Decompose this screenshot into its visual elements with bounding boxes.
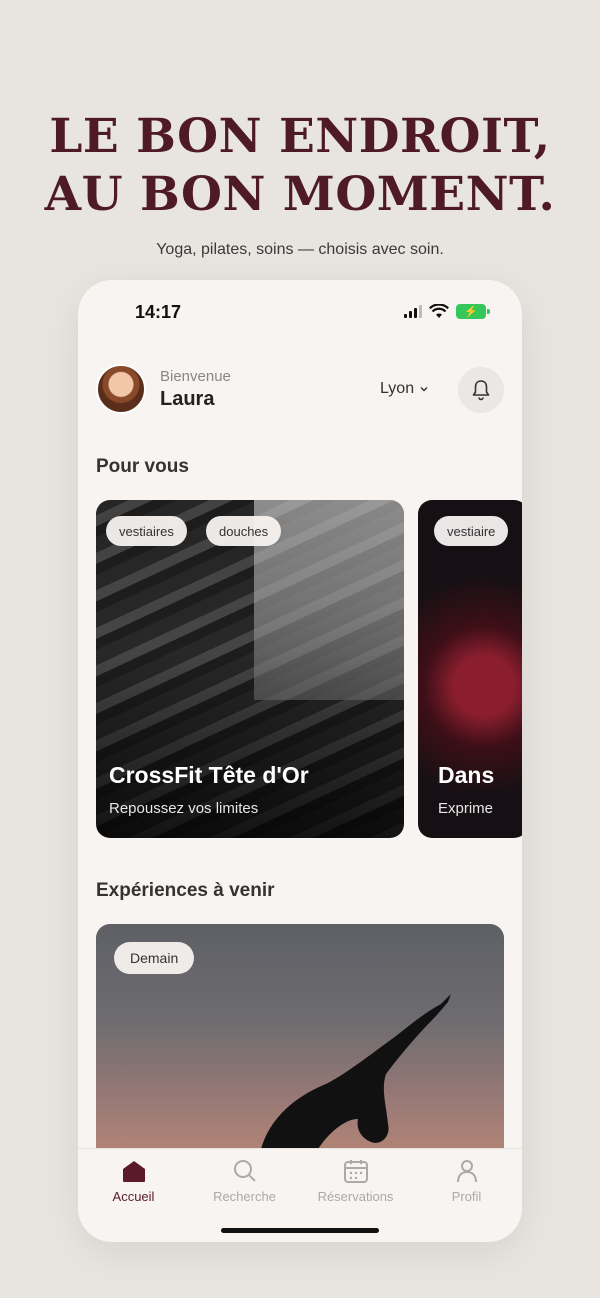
- tab-label: Réservations: [317, 1189, 394, 1204]
- tab-label: Profil: [451, 1189, 482, 1204]
- user-icon: [456, 1160, 477, 1183]
- headline-line-1: LE BON ENDROIT,: [49, 109, 551, 164]
- date-tag: Demain: [114, 942, 195, 974]
- wifi-icon: [429, 304, 449, 318]
- tab-recherche[interactable]: Recherche: [189, 1157, 300, 1204]
- venue-card[interactable]: vestiaires douches CrossFit Tête d'Or Re…: [96, 500, 404, 838]
- status-icons: ⚡: [404, 304, 490, 319]
- for-you-title: Pour vous: [96, 456, 189, 477]
- experience-card[interactable]: Demain: [96, 924, 504, 1164]
- home-indicator: [221, 1228, 379, 1233]
- bell-icon: [472, 380, 490, 401]
- venue-title: CrossFit Tête d'Or: [109, 762, 309, 788]
- marketing-headline: LE BON ENDROIT, AU BON MOMENT.: [0, 108, 600, 224]
- avatar[interactable]: [96, 364, 146, 414]
- upcoming-title: Expériences à venir: [96, 880, 275, 901]
- tab-accueil[interactable]: Accueil: [78, 1157, 189, 1204]
- venue-subtitle: Exprime: [438, 800, 494, 817]
- phone-screen: 14:17 ⚡ Bienvenue Laura Lyon Pour vous v…: [78, 280, 522, 1242]
- amenity-tag: vestiaire: [434, 516, 509, 546]
- venue-title: Dans: [438, 762, 495, 788]
- welcome-label: Bienvenue: [160, 368, 231, 385]
- city-selector[interactable]: Lyon: [380, 380, 429, 398]
- venue-subtitle: Repoussez vos limites: [109, 800, 259, 817]
- tab-label: Accueil: [112, 1189, 155, 1204]
- chevron-down-icon: [420, 387, 428, 392]
- notification-button[interactable]: [458, 367, 504, 413]
- calendar-icon: [343, 1160, 368, 1183]
- search-icon: [233, 1160, 256, 1182]
- tab-reservations[interactable]: Réservations: [300, 1157, 411, 1204]
- venue-card[interactable]: vestiaire Dans Exprime: [418, 500, 522, 838]
- home-icon: [122, 1161, 145, 1182]
- battery-charging-icon: ⚡: [456, 304, 490, 319]
- user-name: Laura: [160, 388, 215, 410]
- signal-icon: [404, 305, 422, 318]
- status-time: 14:17: [135, 302, 182, 322]
- city-label: Lyon: [380, 380, 415, 397]
- tab-label: Recherche: [213, 1189, 276, 1204]
- marketing-subtitle: Yoga, pilates, soins — choisis avec soin…: [156, 241, 444, 258]
- headline-line-2: AU BON MOMENT.: [44, 167, 556, 222]
- amenity-tag: vestiaires: [106, 516, 187, 546]
- tab-profil[interactable]: Profil: [411, 1157, 522, 1204]
- amenity-tag: douches: [206, 516, 282, 546]
